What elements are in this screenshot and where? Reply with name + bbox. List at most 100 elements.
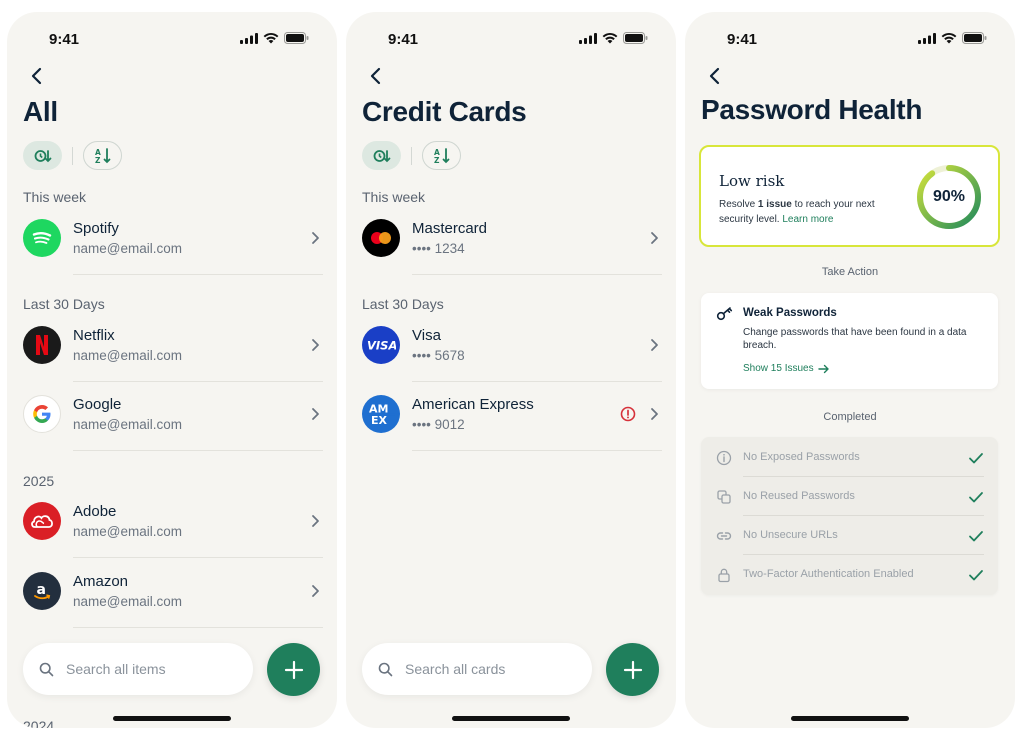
search-placeholder: Search all cards: [405, 661, 506, 677]
sort-by-date-chip[interactable]: [23, 141, 62, 170]
completed-item-label: No Exposed Passwords: [743, 451, 860, 463]
chevron-right-icon: [312, 408, 319, 420]
battery-icon: [962, 32, 987, 44]
completed-item-label: No Unsecure URLs: [743, 529, 838, 541]
section-header-this-week: This week: [23, 189, 87, 205]
show-issues-label: Show 15 Issues: [743, 363, 814, 374]
alpha-sort-icon: AZ: [434, 148, 449, 165]
back-button[interactable]: [360, 62, 390, 90]
info-icon: [716, 450, 732, 466]
card-name: Mastercard: [412, 220, 488, 237]
card-name: American Express: [412, 396, 534, 413]
search-input[interactable]: Search all cards: [362, 643, 592, 695]
amazon-icon: a: [23, 572, 61, 610]
risk-summary-card: Low risk Resolve 1 issue to reach your n…: [699, 145, 1000, 247]
list-item-american-express[interactable]: AM EX American Express •••• 9012: [362, 382, 662, 451]
list-item-spotify[interactable]: Spotify name@email.com: [23, 206, 323, 275]
search-placeholder: Search all items: [66, 661, 166, 677]
password-health-screen: 9:41 Password Health Low risk Resolve 1 …: [685, 12, 1015, 728]
svg-text:Z: Z: [434, 156, 440, 165]
list-item-google[interactable]: Google name@email.com: [23, 382, 323, 451]
card-name: Visa: [412, 327, 441, 344]
check-icon: [969, 570, 983, 581]
list-item-adobe[interactable]: Adobe name@email.com: [23, 489, 323, 558]
status-bar: 9:41: [7, 12, 337, 64]
plus-icon: [623, 660, 642, 679]
spotify-icon: [23, 219, 61, 257]
section-header-this-week: This week: [362, 189, 426, 205]
sort-filter-bar: AZ: [362, 141, 461, 170]
list-item-netflix[interactable]: Netflix name@email.com: [23, 313, 323, 382]
back-button[interactable]: [699, 62, 729, 90]
amex-icon: AM EX: [362, 395, 400, 433]
completed-label: Completed: [823, 411, 877, 423]
arrow-right-icon: [817, 364, 829, 373]
all-items-screen: 9:41 All AZ This week Spotify name@email…: [7, 12, 337, 728]
completed-checks-card: No Exposed Passwords No Reused Passwords…: [701, 437, 998, 595]
completed-item-exposed: No Exposed Passwords: [701, 438, 998, 477]
sort-alphabetical-chip[interactable]: AZ: [422, 141, 461, 170]
completed-item-2fa: Two-Factor Authentication Enabled: [701, 555, 998, 594]
chevron-left-icon: [709, 67, 720, 85]
check-icon: [969, 453, 983, 464]
page-title: All: [23, 96, 58, 127]
search-input[interactable]: Search all items: [23, 643, 253, 695]
chip-divider: [72, 146, 73, 165]
svg-text:EX: EX: [371, 414, 388, 427]
sort-alphabetical-chip[interactable]: AZ: [83, 141, 122, 170]
clock-sort-icon: [373, 149, 390, 162]
status-bar: 9:41: [685, 12, 1015, 64]
section-header-last-30-days: Last 30 Days: [23, 296, 105, 312]
list-item-mastercard[interactable]: Mastercard •••• 1234: [362, 206, 662, 275]
chevron-right-icon: [651, 408, 658, 420]
status-time: 9:41: [388, 31, 419, 48]
completed-item-label: No Reused Passwords: [743, 490, 855, 502]
sort-by-date-chip[interactable]: [362, 141, 401, 170]
mastercard-icon: [362, 219, 400, 257]
warning-icon: [620, 406, 636, 422]
section-header-last-30-days: Last 30 Days: [362, 296, 444, 312]
item-email: name@email.com: [73, 524, 182, 539]
chevron-right-icon: [312, 585, 319, 597]
list-item-amazon[interactable]: a Amazon name@email.com: [23, 559, 323, 628]
add-card-button[interactable]: [606, 643, 659, 696]
lock-icon: [718, 568, 730, 583]
card-number: •••• 9012: [412, 417, 465, 432]
search-icon: [378, 662, 393, 676]
chevron-right-icon: [651, 339, 658, 351]
key-icon: [716, 307, 733, 321]
chip-divider: [411, 146, 412, 165]
alpha-sort-icon: AZ: [95, 148, 110, 165]
status-time: 9:41: [727, 31, 758, 48]
check-icon: [969, 531, 983, 542]
health-score-value: 90%: [932, 188, 966, 205]
weak-passwords-description: Change passwords that have been found in…: [743, 327, 967, 351]
completed-item-urls: No Unsecure URLs: [701, 516, 998, 555]
back-button[interactable]: [21, 62, 51, 90]
status-bar: 9:41: [346, 12, 676, 64]
cellular-signal-icon: [918, 32, 936, 44]
add-item-button[interactable]: [267, 643, 320, 696]
plus-icon: [284, 660, 303, 679]
wifi-icon: [602, 32, 618, 44]
list-item-visa[interactable]: VISA Visa •••• 5678: [362, 313, 662, 382]
show-issues-link[interactable]: Show 15 Issues: [743, 363, 830, 374]
clock-sort-icon: [34, 149, 51, 162]
item-name: Spotify: [73, 220, 119, 237]
card-number: •••• 1234: [412, 241, 465, 256]
risk-level-title: Low risk: [719, 172, 785, 190]
card-number: •••• 5678: [412, 348, 465, 363]
wifi-icon: [263, 32, 279, 44]
item-name: Adobe: [73, 503, 117, 520]
battery-icon: [623, 32, 648, 44]
learn-more-link[interactable]: Learn more: [782, 214, 833, 225]
credit-cards-screen: 9:41 Credit Cards AZ This week Mastercar…: [346, 12, 676, 728]
chevron-right-icon: [312, 515, 319, 527]
take-action-label: Take Action: [821, 266, 879, 278]
weak-passwords-card[interactable]: Weak Passwords Change passwords that hav…: [701, 293, 998, 389]
copy-icon: [717, 490, 731, 504]
wifi-icon: [941, 32, 957, 44]
svg-text:Z: Z: [95, 156, 101, 165]
chevron-left-icon: [370, 67, 381, 85]
adobe-icon: [23, 502, 61, 540]
